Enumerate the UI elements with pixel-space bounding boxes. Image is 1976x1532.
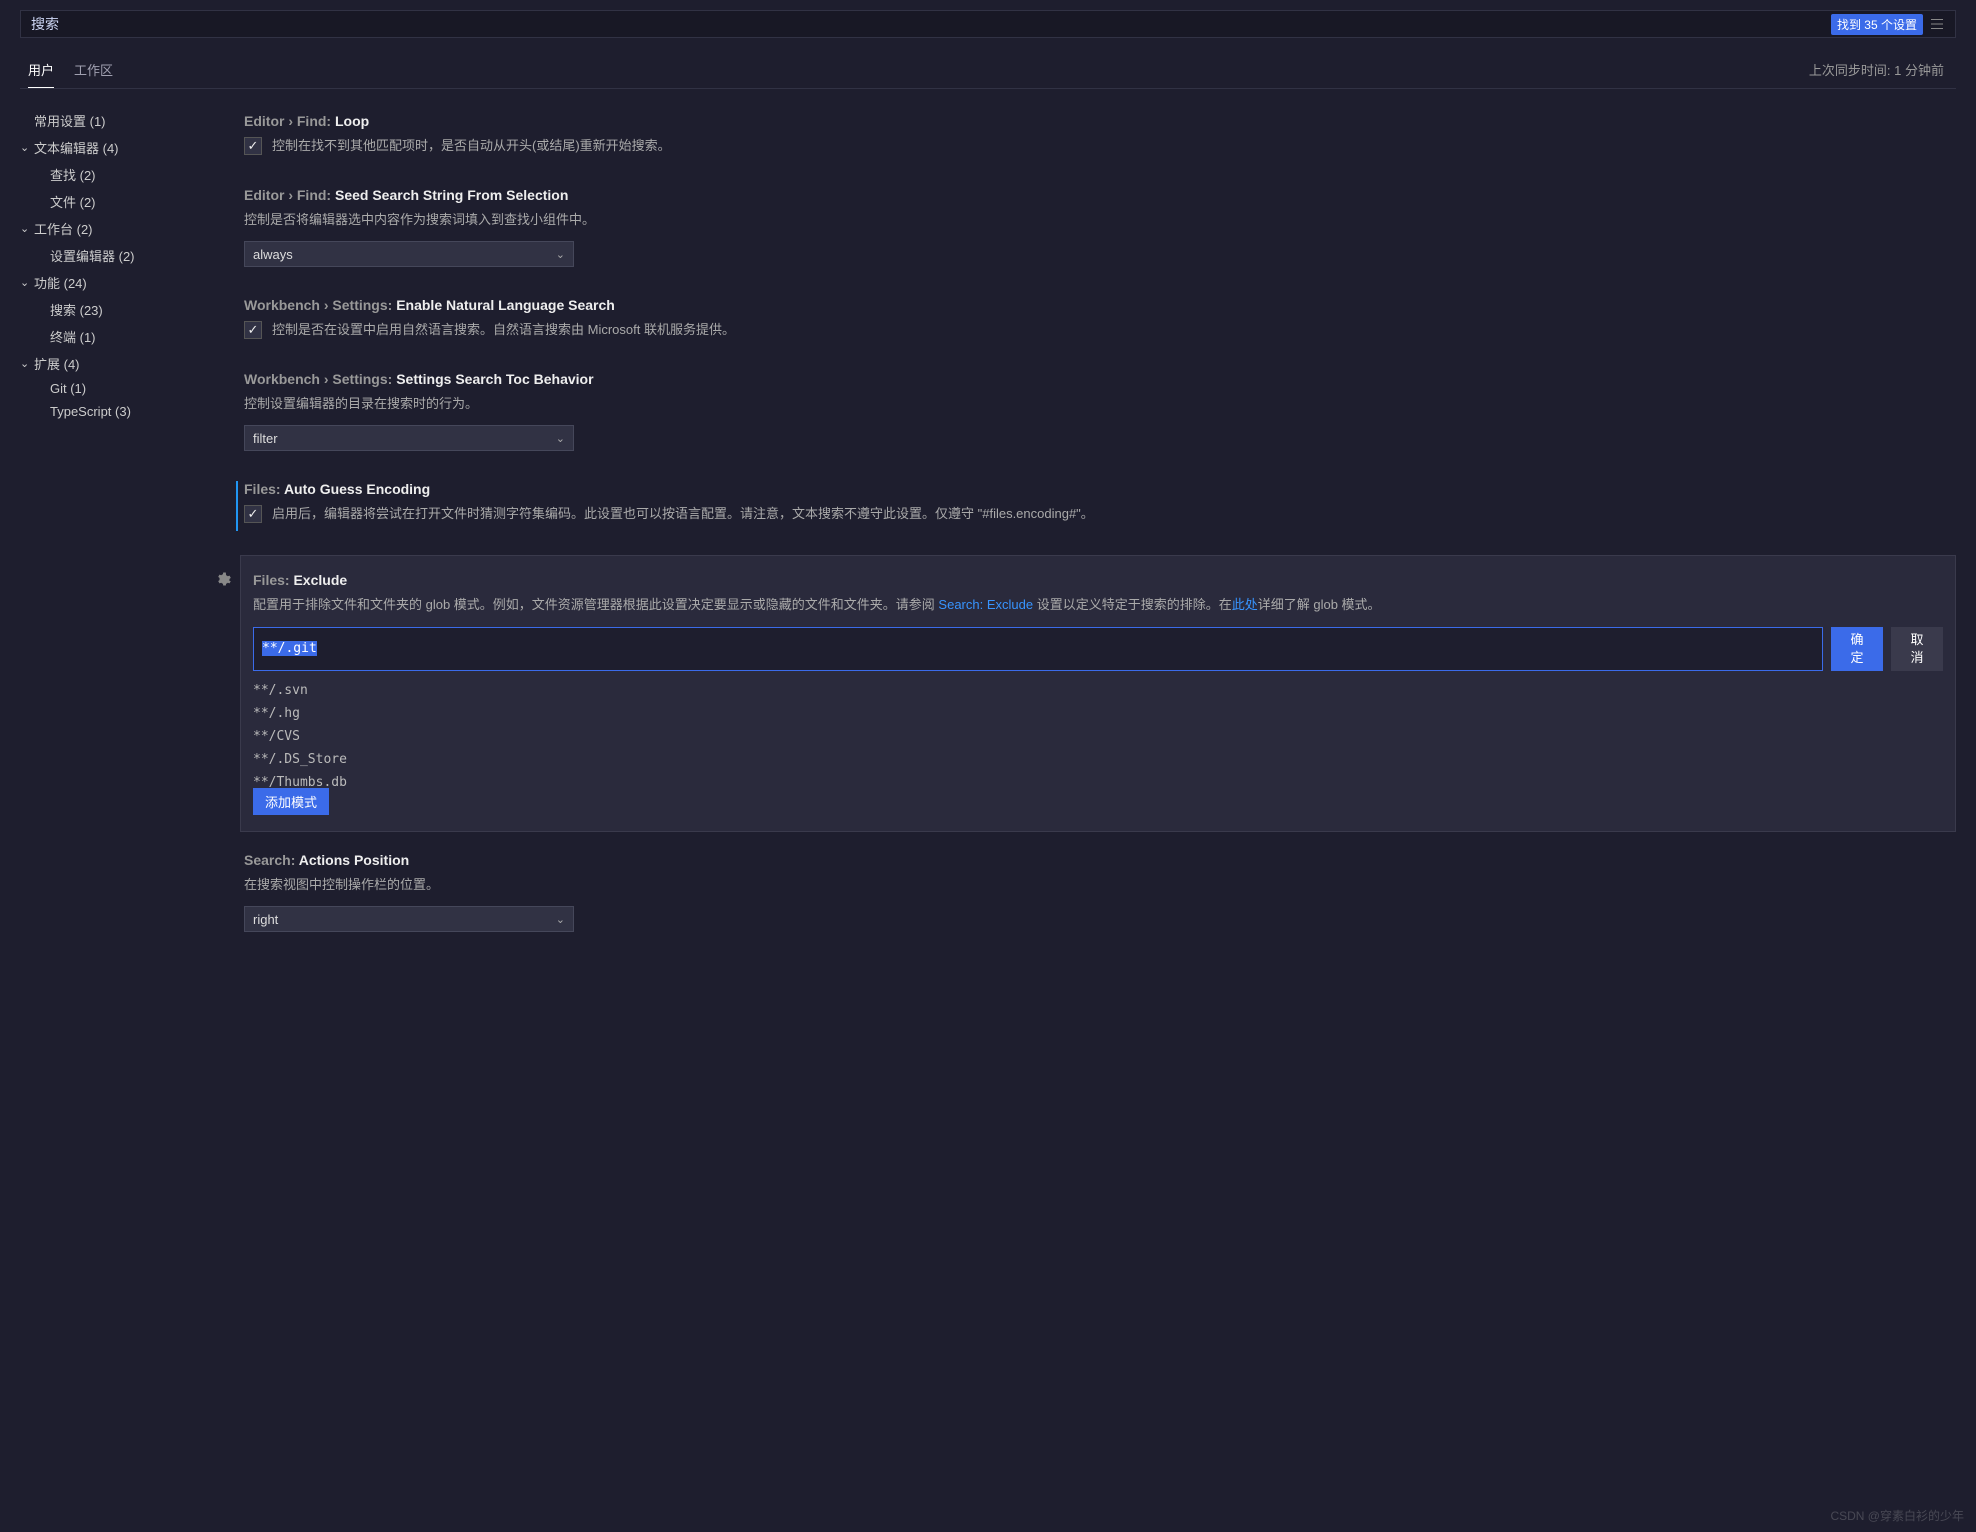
- toc-item-label: 设置编辑器 (2): [50, 246, 135, 265]
- search-result-badge: 找到 35 个设置: [1831, 14, 1923, 35]
- toc-item[interactable]: Git (1): [20, 377, 230, 400]
- toc-item-label: 搜索 (23): [50, 300, 103, 319]
- toc-item[interactable]: 设置编辑器 (2): [20, 242, 230, 269]
- toc-item-label: 文本编辑器 (4): [34, 138, 119, 157]
- toc-item-label: TypeScript (3): [50, 404, 131, 419]
- setting-enable-nls: Workbench › Settings: Enable Natural Lan…: [240, 287, 1956, 361]
- toc-item[interactable]: 文件 (2): [20, 188, 230, 215]
- select-actions-position[interactable]: right ⌄: [244, 906, 574, 932]
- toc-item[interactable]: ⌄文本编辑器 (4): [20, 134, 230, 161]
- toc-item[interactable]: 常用设置 (1): [20, 107, 230, 134]
- toc-item[interactable]: ⌄工作台 (2): [20, 215, 230, 242]
- select-toc-behavior[interactable]: filter ⌄: [244, 425, 574, 451]
- toc-item-label: 扩展 (4): [34, 354, 80, 373]
- chevron-down-icon: ⌄: [20, 222, 34, 235]
- toc-item[interactable]: TypeScript (3): [20, 400, 230, 423]
- chevron-down-icon: ⌄: [20, 141, 34, 154]
- ok-button[interactable]: 确定: [1831, 627, 1883, 671]
- link-here[interactable]: 此处: [1232, 597, 1258, 612]
- settings-toc: 常用设置 (1)⌄文本编辑器 (4)查找 (2)文件 (2)⌄工作台 (2)设置…: [20, 103, 230, 952]
- toc-item[interactable]: ⌄功能 (24): [20, 269, 230, 296]
- setting-toc-behavior: Workbench › Settings: Settings Search To…: [240, 361, 1956, 471]
- toc-item-label: 查找 (2): [50, 165, 96, 184]
- exclude-list-item[interactable]: **/Thumbs.db: [253, 771, 1943, 794]
- settings-search-input[interactable]: [31, 16, 1831, 32]
- chevron-down-icon: ⌄: [556, 248, 565, 261]
- watermark: CSDN @穿素白衫的少年: [1830, 1507, 1964, 1524]
- setting-auto-guess-encoding: Files: Auto Guess Encoding 启用后，编辑器将尝试在打开…: [240, 471, 1956, 545]
- toc-item-label: 常用设置 (1): [34, 111, 106, 130]
- chevron-down-icon: ⌄: [556, 432, 565, 445]
- setting-actions-position: Search: Actions Position 在搜索视图中控制操作栏的位置。…: [240, 842, 1956, 952]
- checkbox[interactable]: [244, 321, 262, 339]
- toc-item[interactable]: 搜索 (23): [20, 296, 230, 323]
- gear-icon[interactable]: [215, 572, 231, 591]
- chevron-down-icon: ⌄: [556, 913, 565, 926]
- exclude-list-item[interactable]: **/CVS: [253, 725, 1943, 748]
- setting-editor-find-seed: Editor › Find: Seed Search String From S…: [240, 177, 1956, 287]
- exclude-list-item[interactable]: **/.DS_Store: [253, 748, 1943, 771]
- exclude-list-item[interactable]: **/.svn: [253, 679, 1943, 702]
- chevron-down-icon: ⌄: [20, 276, 34, 289]
- toc-item[interactable]: 终端 (1): [20, 323, 230, 350]
- toc-item[interactable]: ⌄扩展 (4): [20, 350, 230, 377]
- exclude-description: 配置用于排除文件和文件夹的 glob 模式。例如，文件资源管理器根据此设置决定要…: [253, 594, 1943, 616]
- tab-workspace[interactable]: 工作区: [74, 50, 113, 88]
- setting-files-exclude: Files: Exclude 配置用于排除文件和文件夹的 glob 模式。例如，…: [240, 555, 1956, 831]
- setting-editor-find-loop: Editor › Find: Loop 控制在找不到其他匹配项时，是否自动从开头…: [240, 103, 1956, 177]
- checkbox[interactable]: [244, 505, 262, 523]
- toc-item-label: Git (1): [50, 381, 86, 396]
- toc-item-label: 工作台 (2): [34, 219, 93, 238]
- checkbox[interactable]: [244, 137, 262, 155]
- link-search-exclude[interactable]: Search: Exclude: [938, 597, 1033, 612]
- chevron-down-icon: ⌄: [20, 357, 34, 370]
- toc-item-label: 终端 (1): [50, 327, 96, 346]
- modified-indicator: [236, 481, 238, 531]
- toc-item-label: 功能 (24): [34, 273, 87, 292]
- select-seed[interactable]: always ⌄: [244, 241, 574, 267]
- exclude-pattern-input[interactable]: [253, 627, 1823, 671]
- toc-item-label: 文件 (2): [50, 192, 96, 211]
- settings-search-bar[interactable]: 找到 35 个设置: [20, 10, 1956, 38]
- exclude-list-item[interactable]: **/.hg: [253, 702, 1943, 725]
- toc-item[interactable]: 查找 (2): [20, 161, 230, 188]
- filter-icon[interactable]: [1929, 16, 1945, 32]
- sync-status: 上次同步时间: 1 分钟前: [1809, 60, 1948, 79]
- exclude-list: **/.svn**/.hg**/CVS**/.DS_Store**/Thumbs…: [253, 679, 1943, 794]
- add-pattern-button[interactable]: 添加模式: [253, 788, 329, 815]
- tab-user[interactable]: 用户: [28, 50, 54, 88]
- cancel-button[interactable]: 取消: [1891, 627, 1943, 671]
